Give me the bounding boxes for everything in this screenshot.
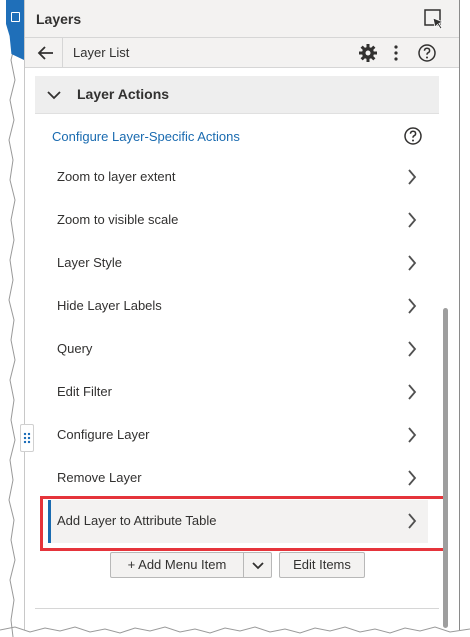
chevron-right-icon: [407, 384, 417, 400]
action-item-configure-layer[interactable]: Configure Layer: [48, 414, 428, 457]
layers-panel: Layers Layer List Layer Actions Configur…: [24, 0, 460, 630]
scrollbar-thumb[interactable]: [443, 308, 448, 628]
sub-header: Layer List: [25, 38, 459, 68]
torn-edge-left: [0, 0, 22, 637]
action-item-remove-layer[interactable]: Remove Layer: [48, 457, 428, 500]
chevron-right-icon: [407, 212, 417, 228]
help-icon[interactable]: [417, 43, 437, 63]
panel-content: Layer Actions Configure Layer-Specific A…: [25, 68, 459, 630]
action-item-label: Query: [57, 341, 93, 356]
action-item-edit-filter[interactable]: Edit Filter: [48, 371, 428, 414]
chevron-right-icon: [407, 298, 417, 314]
action-item-label: Hide Layer Labels: [57, 298, 162, 313]
gear-icon[interactable]: [358, 43, 378, 63]
action-item-label: Layer Style: [57, 255, 123, 270]
edit-items-button[interactable]: Edit Items: [279, 552, 365, 578]
chevron-right-icon: [407, 169, 417, 185]
action-item-label: Add Layer to Attribute Table: [57, 513, 217, 528]
chevron-right-icon: [407, 341, 417, 357]
panel-title: Layers: [36, 11, 82, 27]
help-icon[interactable]: [403, 126, 423, 146]
more-options-icon[interactable]: [391, 43, 401, 63]
selection-indicator: [48, 500, 51, 543]
grip-dots-icon: [23, 432, 31, 444]
layer-actions-section-header[interactable]: Layer Actions: [35, 76, 439, 114]
panel-title-bar: Layers: [25, 0, 459, 38]
action-item-label: Configure Layer: [57, 427, 150, 442]
back-arrow-icon[interactable]: [37, 44, 55, 62]
panel-resize-handle[interactable]: [20, 424, 34, 452]
chevron-right-icon: [407, 255, 417, 271]
chevron-right-icon: [407, 427, 417, 443]
action-item-label: Zoom to visible scale: [57, 212, 179, 227]
select-icon[interactable]: [423, 8, 445, 30]
action-item-query[interactable]: Query: [48, 328, 428, 371]
action-item-add-layer-to-attribute-table[interactable]: Add Layer to Attribute Table: [48, 500, 428, 543]
chevron-right-icon: [407, 470, 417, 486]
action-item-zoom-to-layer-extent[interactable]: Zoom to layer extent: [48, 156, 428, 199]
chevron-right-icon: [407, 513, 417, 529]
section-title: Layer Actions: [77, 86, 170, 102]
add-menu-item-button[interactable]: + Add Menu Item: [110, 552, 244, 578]
action-item-layer-style[interactable]: Layer Style: [48, 242, 428, 285]
action-item-label: Edit Filter: [57, 384, 112, 399]
action-item-label: Zoom to layer extent: [57, 169, 176, 184]
chevron-down-icon: [252, 562, 264, 570]
bottom-divider: [35, 608, 439, 609]
action-item-label: Remove Layer: [57, 470, 142, 485]
torn-edge-bottom: [0, 624, 470, 637]
chevron-down-icon: [47, 88, 61, 102]
action-item-hide-layer-labels[interactable]: Hide Layer Labels: [48, 285, 428, 328]
configure-actions-link[interactable]: Configure Layer-Specific Actions: [52, 129, 240, 144]
header-divider: [62, 38, 63, 68]
widget-icon: [11, 12, 20, 22]
sub-header-title: Layer List: [73, 45, 130, 60]
action-item-zoom-to-visible-scale[interactable]: Zoom to visible scale: [48, 199, 428, 242]
add-menu-item-dropdown-button[interactable]: [244, 552, 272, 578]
